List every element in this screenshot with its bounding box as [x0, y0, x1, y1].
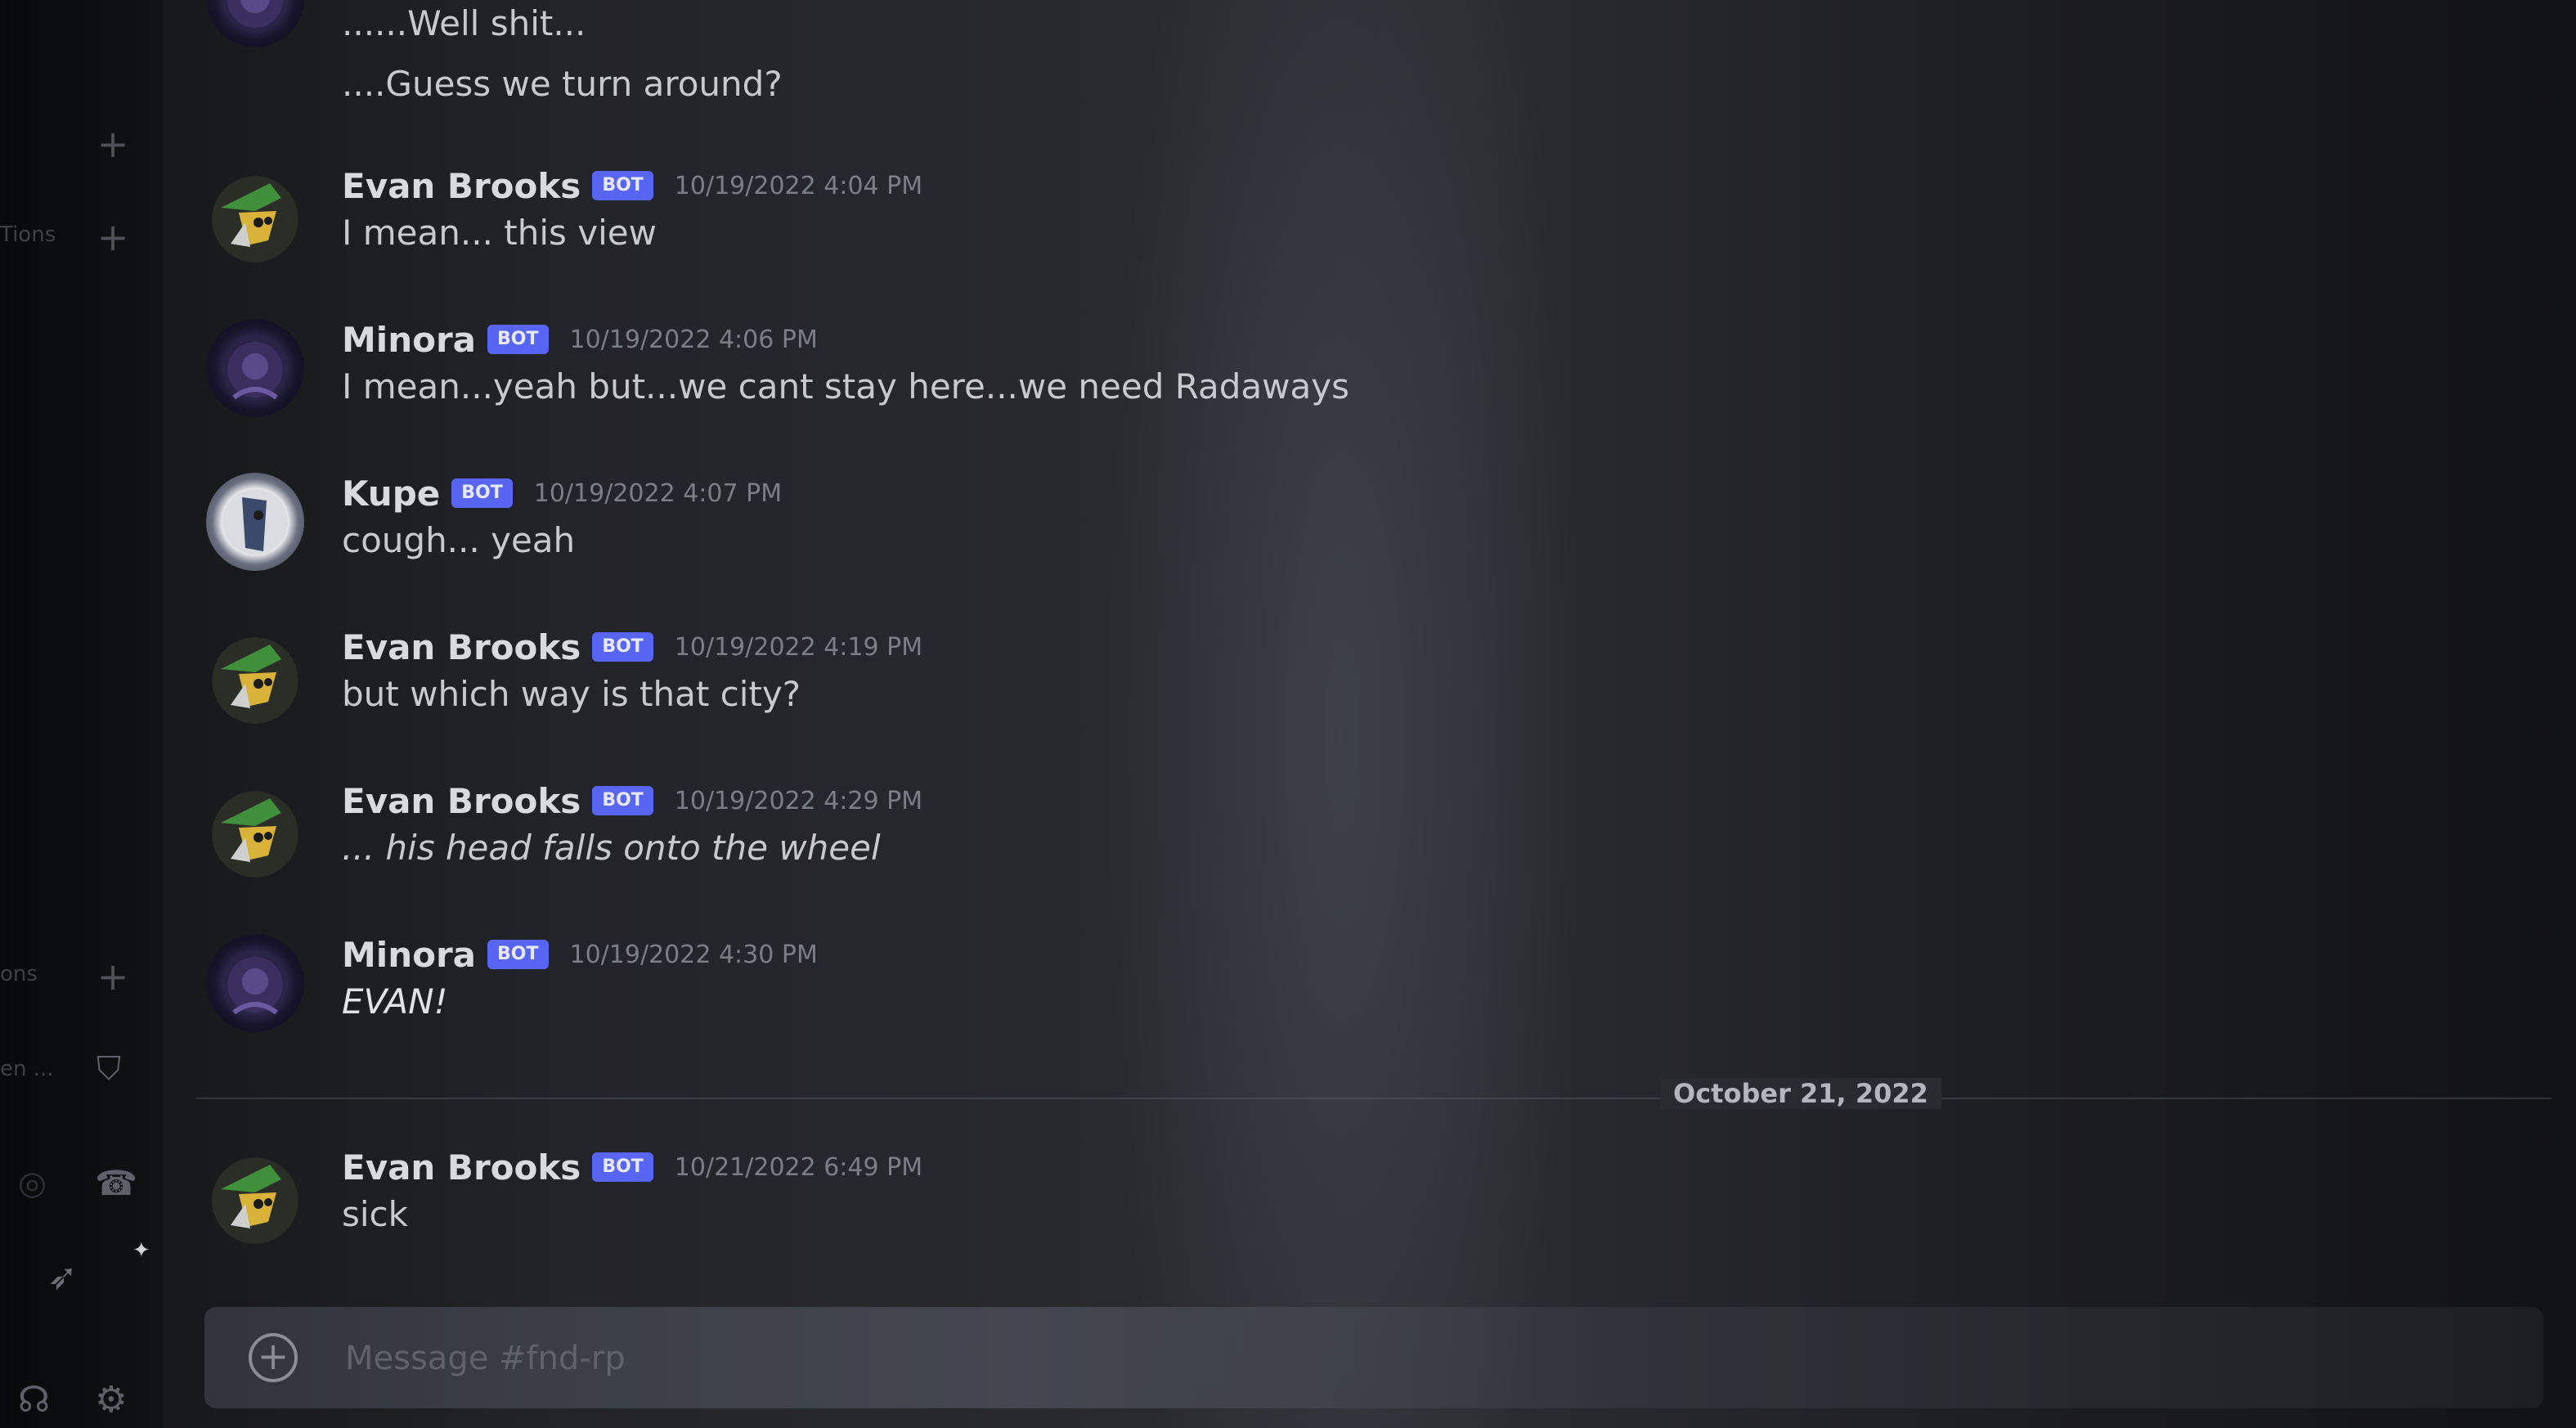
timestamp: 10/19/2022 4:29 PM [674, 786, 923, 815]
bot-badge: BOT [592, 171, 653, 200]
message-header: Evan Brooks BOT 10/19/2022 4:19 PM [342, 626, 922, 667]
message: Evan Brooks BOT 10/19/2022 4:19 PM but w… [196, 626, 2404, 733]
headset-icon[interactable]: ☊ [18, 1379, 50, 1421]
sidebar-category-label: Tions [0, 222, 56, 247]
message-text: ....Guess we turn around? [342, 64, 783, 104]
message-text: I mean... this view [342, 213, 657, 253]
author-name[interactable]: Evan Brooks [342, 1147, 581, 1188]
message-text: EVAN! [342, 981, 448, 1022]
author-name[interactable]: Evan Brooks [342, 627, 581, 667]
add-channel-icon[interactable]: + [96, 125, 129, 163]
kupe-avatar[interactable] [206, 473, 304, 571]
message-input[interactable] [343, 1330, 2473, 1387]
message-header: Evan Brooks BOT 10/21/2022 6:49 PM [342, 1147, 922, 1188]
channel-sidebar: + Tions + ons + en ... ⛉ ◎ ☎ ➶ ✦ ☊ ⚙ [0, 0, 164, 1428]
message-header: Evan Brooks BOT 10/19/2022 4:29 PM [342, 780, 922, 821]
bot-badge: BOT [592, 786, 653, 815]
timestamp: 10/19/2022 4:07 PM [533, 478, 783, 508]
bot-badge: BOT [451, 478, 513, 508]
message-header: Minora BOT 10/19/2022 4:30 PM [342, 934, 818, 975]
message: Evan Brooks BOT 10/19/2022 4:04 PM I mea… [196, 165, 2404, 272]
timestamp: 10/19/2022 4:30 PM [569, 940, 818, 969]
bot-badge: BOT [592, 1152, 653, 1182]
message-header: Minora BOT 10/19/2022 4:06 PM [342, 319, 818, 360]
author-name[interactable]: Evan Brooks [342, 781, 581, 821]
message-text: ... his head falls onto the wheel [342, 828, 881, 868]
add-channel-icon[interactable]: + [96, 958, 129, 995]
author-name[interactable]: Minora [342, 320, 476, 360]
message-text: I mean...yeah but...we cant stay here...… [342, 366, 1349, 406]
bot-badge: BOT [592, 632, 653, 662]
message-text: ......Well shit... [342, 3, 586, 43]
date-divider-line [196, 1098, 2551, 1099]
minora-avatar[interactable] [206, 934, 304, 1032]
date-divider: October 21, 2022 [1660, 1078, 1941, 1109]
plus-circle-icon[interactable]: + [249, 1333, 298, 1382]
author-name[interactable]: Minora [342, 935, 476, 975]
goblin-avatar[interactable] [206, 1147, 304, 1245]
goblin-avatar[interactable] [206, 165, 304, 263]
timestamp: 10/19/2022 4:06 PM [569, 325, 818, 354]
phone-icon[interactable]: ☎ [95, 1163, 137, 1203]
sidebar-channel-label[interactable]: en ... [0, 1057, 74, 1081]
message-header: Kupe BOT 10/19/2022 4:07 PM [342, 473, 782, 514]
message: ......Well shit... ....Guess we turn aro… [196, 0, 2404, 104]
message-composer: + [204, 1307, 2543, 1408]
bot-badge: BOT [487, 940, 549, 969]
message-text: sick [342, 1194, 408, 1234]
author-name[interactable]: Kupe [342, 474, 440, 514]
message-text: but which way is that city? [342, 674, 801, 714]
timestamp: 10/19/2022 4:19 PM [674, 632, 923, 662]
goblin-avatar[interactable] [206, 780, 304, 878]
message: Minora BOT 10/19/2022 4:30 PM EVAN! [196, 934, 2404, 1040]
author-name[interactable]: Evan Brooks [342, 166, 581, 206]
minora-avatar[interactable] [206, 319, 304, 417]
message: Kupe BOT 10/19/2022 4:07 PM cough... yea… [196, 473, 2404, 579]
timestamp: 10/21/2022 6:49 PM [674, 1152, 923, 1182]
add-channel-icon[interactable]: + [96, 218, 129, 256]
camera-off-icon[interactable]: ◎ [18, 1165, 47, 1202]
message-text: cough... yeah [342, 520, 576, 560]
message: Evan Brooks BOT 10/19/2022 4:29 PM ... h… [196, 780, 2404, 887]
sparkle-icon: ✦ [132, 1238, 150, 1263]
goblin-avatar[interactable] [206, 626, 304, 725]
settings-icon[interactable]: ⚙ [95, 1379, 127, 1421]
message: Minora BOT 10/19/2022 4:06 PM I mean...y… [196, 319, 2404, 425]
rocket-icon[interactable]: ➶ [47, 1256, 78, 1298]
timestamp: 10/19/2022 4:04 PM [674, 171, 923, 200]
message-header: Evan Brooks BOT 10/19/2022 4:04 PM [342, 165, 922, 206]
minora-avatar[interactable] [206, 0, 304, 47]
bot-badge: BOT [487, 325, 549, 354]
sidebar-category-label: ons [0, 962, 38, 986]
shield-icon[interactable]: ⛉ [96, 1050, 121, 1088]
message: Evan Brooks BOT 10/21/2022 6:49 PM sick [196, 1147, 2404, 1253]
